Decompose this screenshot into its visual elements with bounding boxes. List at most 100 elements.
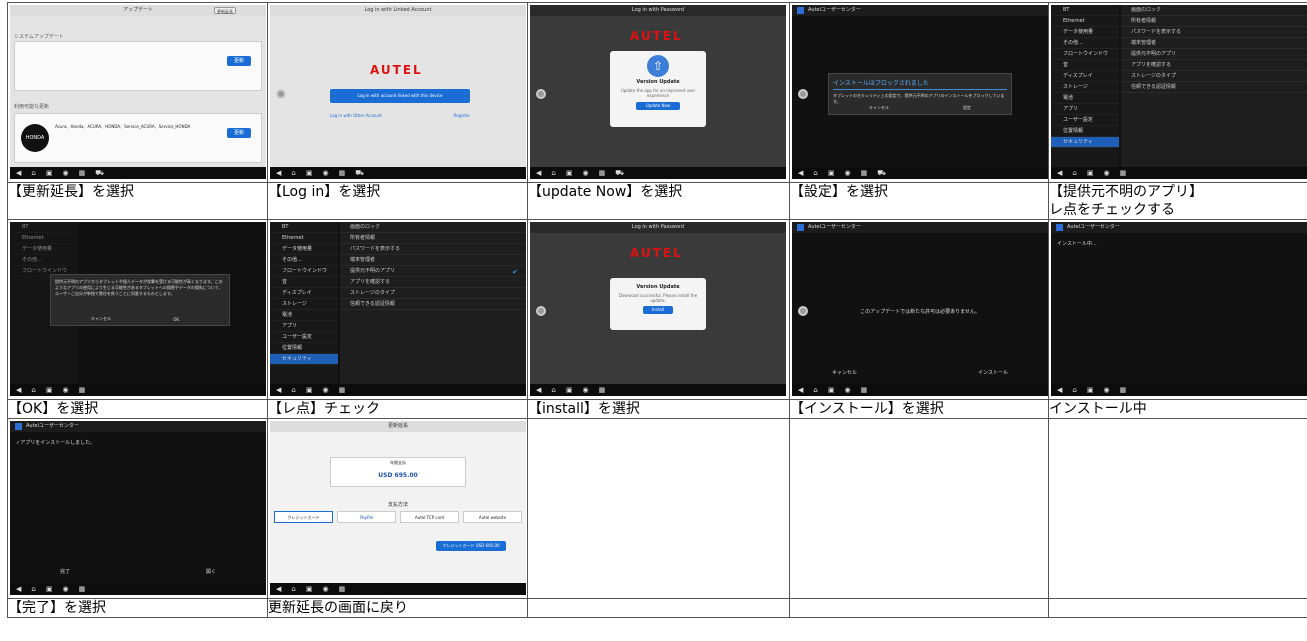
camera-icon[interactable]: ◉ <box>582 386 588 394</box>
option-item[interactable]: ストレージのタイプ <box>340 288 526 299</box>
website-option[interactable]: Autel website <box>463 511 522 523</box>
pay-button[interactable]: クレジットカード USD 695.00 <box>436 541 506 551</box>
home-icon[interactable]: ⌂ <box>31 169 35 177</box>
camera-icon[interactable]: ◉ <box>322 386 328 394</box>
sidebar-item[interactable]: アプリ <box>1051 104 1119 115</box>
sidebar-item[interactable]: その他... <box>270 255 338 266</box>
sidebar-item[interactable]: その他... <box>1051 38 1119 49</box>
back-icon[interactable]: ◀ <box>1057 169 1062 177</box>
install-button[interactable]: Install <box>643 306 673 314</box>
home-icon[interactable]: ⌂ <box>551 169 555 177</box>
home-icon[interactable]: ⌂ <box>1072 169 1076 177</box>
camera-icon[interactable]: ◉ <box>322 585 328 593</box>
vci-icon[interactable]: ▦ <box>861 169 868 177</box>
car-icon[interactable]: ⛟ <box>95 169 104 178</box>
camera-icon[interactable]: ◉ <box>1103 386 1109 394</box>
register-link[interactable]: Register <box>454 113 470 118</box>
sidebar-item[interactable]: データ使用量 <box>270 244 338 255</box>
apps-icon[interactable]: ▣ <box>566 169 573 177</box>
sidebar-item[interactable]: Ethernet <box>1051 16 1119 27</box>
tcp-card-option[interactable]: Autel TCP card <box>400 511 459 523</box>
sidebar-item[interactable]: BT <box>1051 5 1119 16</box>
ok-button[interactable]: OK <box>173 317 179 322</box>
unknown-sources-option[interactable]: 提供元不明のアプリ <box>340 266 526 277</box>
apps-icon[interactable]: ▣ <box>46 585 53 593</box>
home-icon[interactable]: ⌂ <box>1072 386 1076 394</box>
apps-icon[interactable]: ▣ <box>306 169 313 177</box>
floating-dot[interactable] <box>798 88 808 99</box>
option-item[interactable]: 所有者情報 <box>340 233 526 244</box>
home-icon[interactable]: ⌂ <box>813 386 817 394</box>
camera-icon[interactable]: ◉ <box>844 386 850 394</box>
option-item[interactable]: 信頼できる認証情報 <box>340 299 526 310</box>
extend-button[interactable]: 更新延長 <box>214 7 236 14</box>
sidebar-item[interactable]: その他... <box>10 255 78 266</box>
back-icon[interactable]: ◀ <box>16 585 21 593</box>
credit-card-option[interactable]: クレジットカード <box>274 511 333 523</box>
option-item[interactable]: パスワードを表示する <box>340 244 526 255</box>
car-icon[interactable]: ⛟ <box>615 169 624 178</box>
sidebar-item[interactable]: 電池 <box>270 310 338 321</box>
install-button[interactable]: インストール <box>978 369 1008 376</box>
sidebar-item-security[interactable]: セキュリティ <box>1051 137 1119 148</box>
option-item[interactable]: アプリを確認する <box>1121 60 1307 71</box>
vci-icon[interactable]: ▦ <box>1120 169 1127 177</box>
back-icon[interactable]: ◀ <box>276 386 281 394</box>
update-button-1[interactable]: 更新 <box>227 56 251 66</box>
apps-icon[interactable]: ▣ <box>828 169 835 177</box>
option-item[interactable]: パスワードを表示する <box>1121 27 1307 38</box>
floating-dot[interactable] <box>536 88 546 99</box>
back-icon[interactable]: ◀ <box>16 386 21 394</box>
back-icon[interactable]: ◀ <box>1057 386 1062 394</box>
sidebar-item[interactable]: ストレージ <box>270 299 338 310</box>
sidebar-item[interactable]: 位置情報 <box>270 343 338 354</box>
back-icon[interactable]: ◀ <box>276 585 281 593</box>
vci-icon[interactable]: ▦ <box>599 169 606 177</box>
sidebar-item[interactable]: Ethernet <box>270 233 338 244</box>
sidebar-item[interactable]: BT <box>270 222 338 233</box>
home-icon[interactable]: ⌂ <box>291 585 295 593</box>
camera-icon[interactable]: ◉ <box>62 169 68 177</box>
sidebar-item[interactable]: データ使用量 <box>10 244 78 255</box>
update-button-2[interactable]: 更新 <box>227 128 251 138</box>
vci-icon[interactable]: ▦ <box>599 386 606 394</box>
option-item[interactable]: 画面のロック <box>1121 5 1307 16</box>
apps-icon[interactable]: ▣ <box>306 386 313 394</box>
camera-icon[interactable]: ◉ <box>1103 169 1109 177</box>
home-icon[interactable]: ⌂ <box>291 386 295 394</box>
sidebar-item[interactable]: ディスプレイ <box>270 288 338 299</box>
settings-button[interactable]: 設定 <box>963 105 971 111</box>
vci-icon[interactable]: ▦ <box>861 386 868 394</box>
option-item[interactable]: 端末管理者 <box>340 255 526 266</box>
sidebar-item[interactable]: Ethernet <box>10 233 78 244</box>
cancel-button[interactable]: キャンセル <box>91 316 111 322</box>
vci-icon[interactable]: ▦ <box>339 585 346 593</box>
cancel-button[interactable]: キャンセル <box>832 369 857 376</box>
apps-icon[interactable]: ▣ <box>46 169 53 177</box>
sidebar-item[interactable]: BT <box>10 222 78 233</box>
option-item[interactable]: 画面のロック <box>340 222 526 233</box>
back-icon[interactable]: ◀ <box>536 169 541 177</box>
floating-dot[interactable] <box>276 88 286 99</box>
open-button[interactable]: 開く <box>206 568 216 575</box>
cancel-button[interactable]: キャンセル <box>869 105 889 111</box>
vci-icon[interactable]: ▦ <box>1120 386 1127 394</box>
sidebar-item[interactable]: ストレージ <box>1051 82 1119 93</box>
sidebar-item[interactable]: データ使用量 <box>1051 27 1119 38</box>
option-item[interactable]: アプリを確認する <box>340 277 526 288</box>
done-button[interactable]: 完了 <box>60 568 70 575</box>
apps-icon[interactable]: ▣ <box>1087 169 1094 177</box>
home-icon[interactable]: ⌂ <box>813 169 817 177</box>
paypal-option[interactable]: PayPal <box>337 511 396 523</box>
home-icon[interactable]: ⌂ <box>291 169 295 177</box>
apps-icon[interactable]: ▣ <box>828 386 835 394</box>
apps-icon[interactable]: ▣ <box>566 386 573 394</box>
sidebar-item[interactable]: 音 <box>270 277 338 288</box>
home-icon[interactable]: ⌂ <box>31 386 35 394</box>
camera-icon[interactable]: ◉ <box>582 169 588 177</box>
home-icon[interactable]: ⌂ <box>551 386 555 394</box>
sidebar-item[interactable]: フロートウインドウ <box>1051 49 1119 60</box>
back-icon[interactable]: ◀ <box>276 169 281 177</box>
vci-icon[interactable]: ▦ <box>79 169 86 177</box>
sidebar-item-security[interactable]: セキュリティ <box>270 354 338 365</box>
